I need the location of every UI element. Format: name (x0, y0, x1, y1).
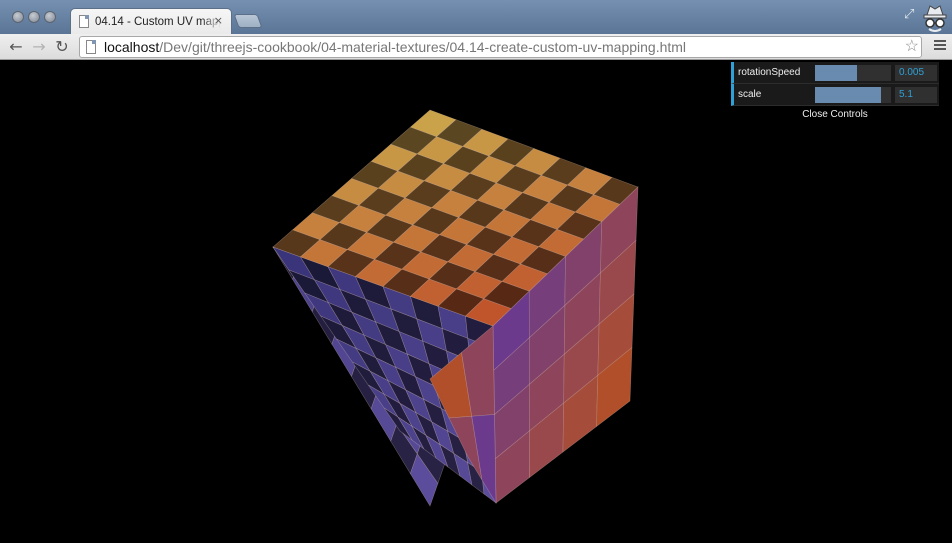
rotation-speed-slider[interactable] (815, 65, 891, 81)
gui-row-rotation-speed: rotationSpeed 0.005 (731, 62, 939, 84)
address-bar[interactable]: localhost/Dev/git/threejs-cookbook/04-ma… (79, 36, 922, 58)
incognito-icon (923, 5, 947, 32)
scale-slider[interactable] (815, 87, 891, 103)
scale-label: scale (738, 89, 762, 100)
gui-row-scale: scale 5.1 (731, 84, 939, 106)
menu-icon[interactable] (934, 40, 946, 52)
textured-cube (272, 109, 639, 507)
close-controls-button[interactable]: Close Controls (731, 106, 939, 124)
webgl-canvas[interactable] (0, 61, 952, 543)
rotation-speed-label: rotationSpeed (738, 67, 801, 78)
fullscreen-icon[interactable]: ⤢ (904, 8, 918, 22)
page-icon (79, 15, 89, 28)
url-host: localhost (104, 39, 160, 55)
page-icon (86, 40, 96, 54)
tab-active[interactable]: 04.14 - Custom UV mapping × (70, 8, 232, 34)
back-icon[interactable]: ← (6, 37, 26, 57)
tab-title: 04.14 - Custom UV mapping (95, 15, 221, 28)
scale-input[interactable]: 5.1 (895, 87, 937, 103)
forward-icon[interactable]: → (29, 37, 49, 57)
rotation-speed-input[interactable]: 0.005 (895, 65, 937, 81)
url-path: /Dev/git/threejs-cookbook/04-material-te… (159, 39, 687, 55)
close-icon[interactable]: × (214, 15, 223, 26)
browser-toolbar: ← → ↻ localhost/Dev/git/threejs-cookbook… (0, 34, 952, 60)
close-window-button[interactable] (12, 11, 24, 23)
reload-icon[interactable]: ↻ (52, 37, 72, 57)
star-icon[interactable]: ☆ (905, 38, 919, 56)
zoom-window-button[interactable] (44, 11, 56, 23)
minimize-window-button[interactable] (28, 11, 40, 23)
new-tab-button[interactable] (233, 14, 263, 28)
dat-gui-panel: rotationSpeed 0.005 scale 5.1 Close Cont… (731, 62, 939, 124)
title-bar: 04.14 - Custom UV mapping × ⤢ (0, 0, 952, 34)
